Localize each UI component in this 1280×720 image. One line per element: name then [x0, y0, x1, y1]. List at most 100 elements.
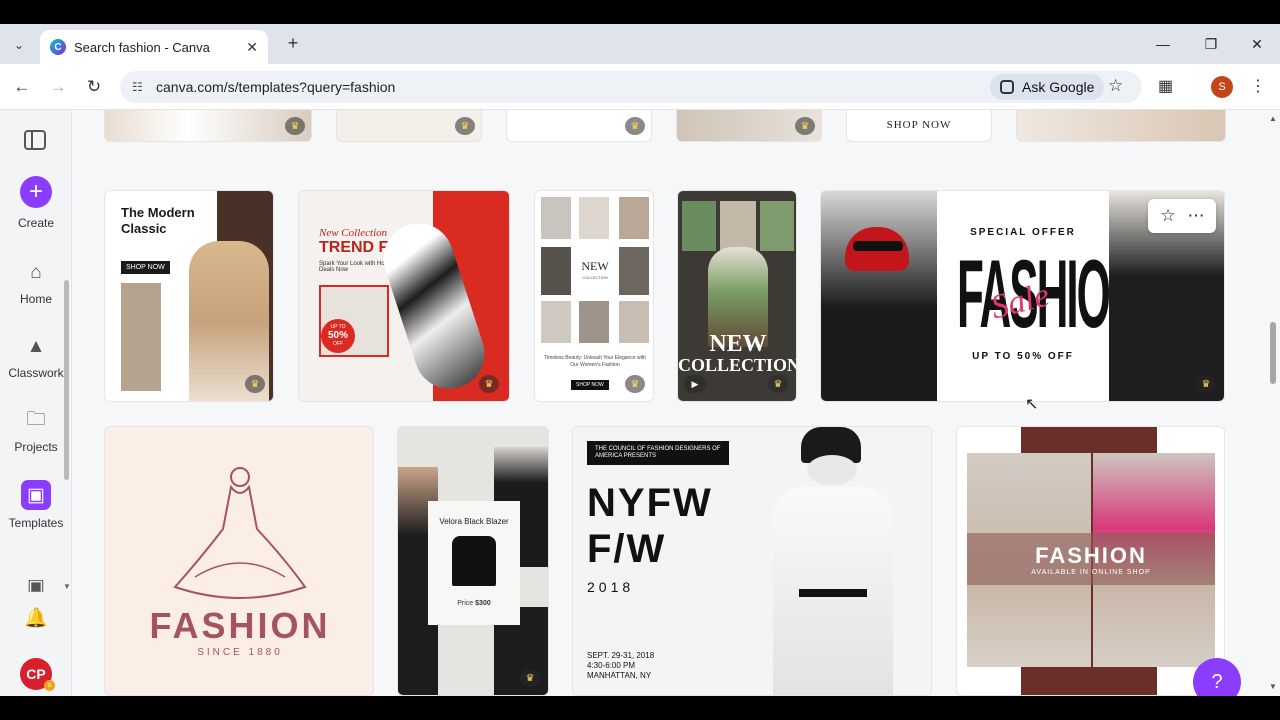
profile-avatar[interactable]: S [1211, 76, 1233, 98]
brand-icon: ▣ [27, 580, 45, 592]
blazer-photo [452, 536, 496, 586]
discount-badge: UP TO 50% OFF [321, 319, 355, 353]
sidebar-scrollbar[interactable]: ▲ ▼ [63, 250, 71, 591]
tab-search-icon[interactable]: ⌄ [6, 32, 32, 58]
premium-crown-icon: ♛ [795, 117, 815, 135]
template-card-new-collection[interactable]: NEW COLLECTION Timeless Beauty: Unleash … [534, 190, 654, 402]
card-title: FASHION [149, 605, 331, 646]
browser-menu-icon[interactable]: ⋮ [1250, 76, 1266, 96]
card-title: NEW [581, 259, 609, 273]
premium-crown-icon: ♛ [479, 375, 499, 393]
main-scroll-thumb[interactable] [1270, 322, 1276, 384]
dress-belt [799, 589, 867, 597]
template-card-nyfw[interactable]: THE COUNCIL OF FASHION DESIGNERS OF AMER… [572, 426, 932, 696]
grid-photo [579, 301, 609, 343]
home-icon: ⌂ [30, 262, 42, 283]
grid-photo [541, 247, 571, 295]
premium-crown-icon: ♛ [768, 375, 788, 393]
premium-crown-icon: ♛ [285, 117, 305, 135]
premium-crown-icon: ♛ [1196, 375, 1216, 393]
favorite-star-icon[interactable]: ☆ [1154, 206, 1182, 226]
template-card-trend-fashion[interactable]: New Collection TREND FASHION Spark Your … [298, 190, 510, 402]
event-details: SEPT. 29-31, 2018 4:30-6:00 PM MANHATTAN… [587, 651, 654, 681]
canva-sidebar: + Create ⌂ Home ▲ Classwork 🗀 Projects ▣… [0, 110, 72, 696]
mouse-cursor-icon: ↖ [1025, 396, 1039, 413]
ask-google-button[interactable]: Ask Google [990, 74, 1105, 100]
mortarboard-icon: ▲ [26, 336, 46, 357]
browser-toolbar: ← → ↻ ☷ canva.com/s/templates?query=fash… [0, 64, 1280, 110]
template-card-blazer[interactable]: Velora Black Blazer Price $300 ♛ [397, 426, 549, 696]
minimize-button[interactable]: — [1140, 30, 1186, 58]
sidebar-item-home[interactable]: ⌂ Home [0, 260, 72, 306]
product-name: Velora Black Blazer [439, 517, 509, 526]
notifications-button[interactable]: 🔔 [0, 605, 72, 637]
back-button[interactable]: ← [9, 74, 35, 100]
template-card[interactable]: ♛ [506, 110, 652, 142]
model-photo [121, 283, 161, 391]
grid-photo [541, 197, 571, 239]
sidebar-item-more[interactable]: ▣ [0, 580, 72, 598]
template-card-special-offer[interactable]: SPECIAL OFFER FASHION Sale UP TO 50% OFF… [820, 190, 1225, 402]
site-info-icon[interactable]: ☷ [132, 80, 150, 94]
restore-button[interactable]: ❐ [1188, 30, 1234, 58]
help-button[interactable]: ? [1193, 658, 1241, 696]
reload-button[interactable]: ↻ [81, 74, 107, 100]
forward-button[interactable]: → [45, 74, 71, 100]
price-label: Price [457, 600, 474, 607]
browser-window: ⌄ C Search fashion - Canva ✕ + — ❐ ✕ ← →… [0, 24, 1280, 696]
url-text: canva.com/s/templates?query=fashion [156, 79, 396, 95]
bell-icon: 🔔 [24, 608, 48, 629]
film-frame [682, 201, 716, 251]
template-card-fashion-shop[interactable]: FASHION AVAILABLE IN ONLINE SHOP [956, 426, 1225, 696]
card-title-line2: COLLECTION [678, 355, 797, 375]
sidebar-item-classwork[interactable]: ▲ Classwork [0, 334, 72, 380]
more-options-icon[interactable]: ⋯ [1182, 206, 1210, 226]
create-label[interactable]: Create [0, 216, 72, 230]
template-results: ♛ ♛ ♛ ♛ SHOP NOW The Modern Classic SHOP… [72, 110, 1280, 696]
card-title-line2: F/W [587, 527, 667, 571]
new-tab-button[interactable]: + [282, 32, 304, 54]
play-icon: ▶ [684, 375, 706, 393]
card-actions: ☆ ⋯ [1148, 199, 1216, 233]
template-card-fashion-logo[interactable]: FASHION SINCE 1880 [104, 426, 374, 696]
card-footer: UP TO 50% OFF [972, 351, 1074, 362]
template-card[interactable] [1016, 110, 1226, 142]
sidebar-scroll-thumb[interactable] [64, 280, 69, 480]
toggle-panel-icon[interactable] [24, 130, 46, 150]
browser-tab[interactable]: C Search fashion - Canva ✕ [40, 30, 268, 64]
scroll-down-icon[interactable]: ▼ [63, 582, 71, 591]
grid-photo [619, 197, 649, 239]
scroll-down-icon[interactable]: ▼ [1269, 682, 1277, 691]
sidebar-item-label: Classwork [8, 366, 64, 380]
shop-now-text: SHOP NOW [886, 119, 952, 131]
sidebar-item-templates[interactable]: ▣ Templates [0, 480, 72, 530]
template-card[interactable]: ♛ [676, 110, 822, 142]
card-title: The Modern Classic [121, 205, 195, 236]
template-card-new-collection-video[interactable]: NEW COLLECTION ▶ ♛ [677, 190, 797, 402]
premium-crown-icon: ♛ [245, 375, 265, 393]
template-card[interactable]: SHOP NOW [846, 110, 992, 142]
template-card[interactable]: ♛ [104, 110, 312, 142]
badge-bottom: OFF [333, 341, 343, 347]
template-card[interactable]: ♛ [336, 110, 482, 142]
scroll-up-icon[interactable]: ▲ [1269, 114, 1277, 123]
canva-favicon-icon: C [50, 39, 66, 55]
close-tab-icon[interactable]: ✕ [246, 39, 258, 56]
close-window-button[interactable]: ✕ [1234, 30, 1280, 58]
extensions-icon[interactable]: ▦ [1158, 76, 1173, 96]
sidebar-item-label: Templates [8, 516, 64, 530]
template-card-modern-classic[interactable]: The Modern Classic SHOP NOW ♛ [104, 190, 274, 402]
premium-crown-icon: ♛ [455, 117, 475, 135]
sidebar-item-projects[interactable]: 🗀 Projects [0, 408, 72, 454]
create-button[interactable]: + [20, 176, 52, 208]
address-bar[interactable]: ☷ canva.com/s/templates?query=fashion As… [120, 71, 1142, 103]
dress-illustration [173, 467, 307, 599]
sunglasses [853, 241, 903, 251]
card-banner: THE COUNCIL OF FASHION DESIGNERS OF AMER… [587, 441, 729, 465]
main-scrollbar[interactable]: ▲ ▼ [1267, 110, 1279, 696]
bookmark-star-icon[interactable]: ☆ [1108, 76, 1123, 96]
price-value: $300 [475, 600, 491, 607]
grid-photo [619, 247, 649, 295]
badge-percent: 50% [327, 330, 348, 341]
card-subtitle: COLLECTION [582, 275, 608, 280]
